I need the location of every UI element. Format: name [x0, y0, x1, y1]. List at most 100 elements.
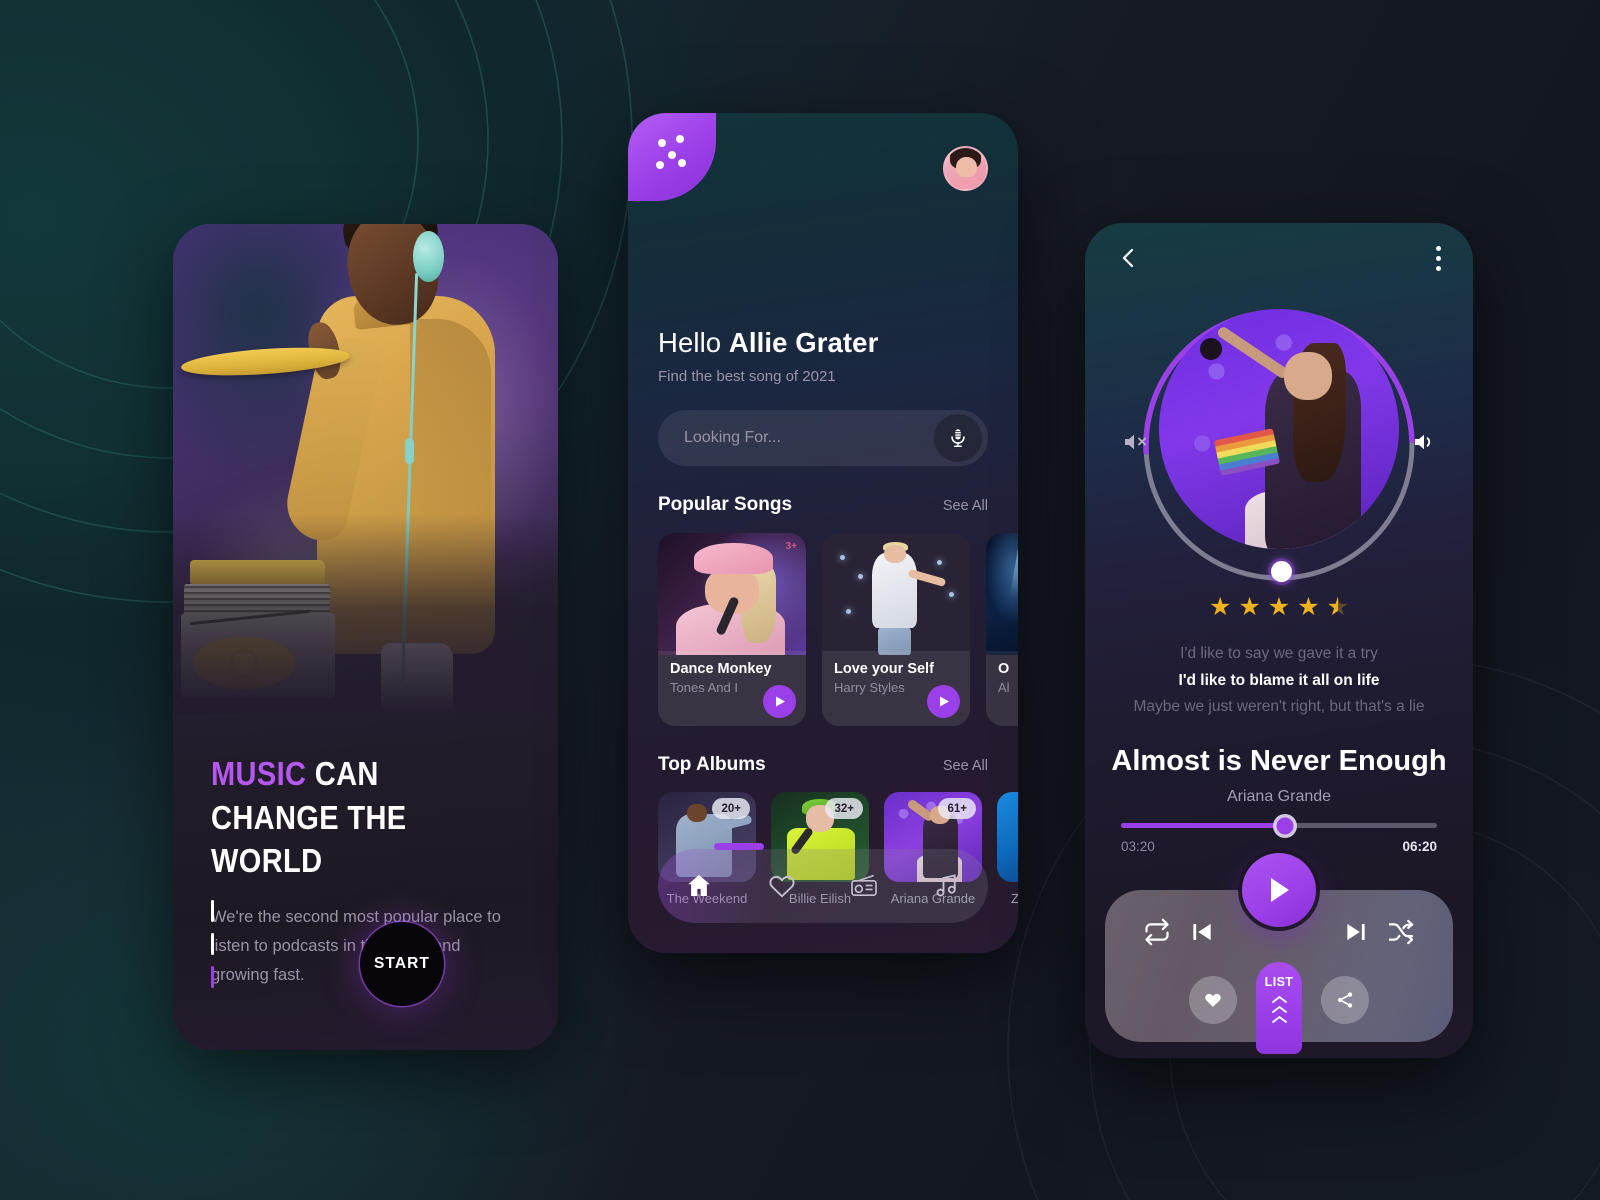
album-count-badge: 61+	[938, 798, 976, 819]
headphone-clip	[404, 438, 414, 465]
artwork-love-yourself	[822, 533, 970, 655]
time-labels: 03:20 06:20	[1121, 839, 1437, 854]
album-count-badge: 20+	[712, 798, 750, 819]
active-tab-indicator	[714, 843, 764, 850]
track-artist: Ariana Grande	[1226, 788, 1332, 805]
play-button[interactable]	[1242, 853, 1316, 927]
song-artwork: 3+	[658, 533, 806, 655]
hero-illustration	[173, 224, 558, 714]
time-total: 06:20	[1402, 839, 1437, 854]
bottom-tab-bar[interactable]	[658, 843, 989, 923]
album-artwork	[997, 792, 1018, 882]
track-title: Almost is Never Enough	[1111, 745, 1447, 777]
search-bar[interactable]: Looking For...	[658, 410, 988, 466]
onboarding-screen: MUSIC CAN CHANGE THE WORLD We're the sec…	[173, 224, 558, 1050]
song-title: Love your Self	[834, 661, 934, 677]
kebab-menu-icon[interactable]	[1436, 245, 1441, 271]
heart-filled-icon	[1205, 993, 1221, 1007]
star-icon: ★	[1267, 593, 1291, 621]
like-button[interactable]	[1189, 976, 1237, 1024]
top-albums-title: Top Albums	[658, 754, 766, 775]
transport-controls	[1105, 918, 1453, 946]
album-artwork-large[interactable]	[1159, 309, 1399, 549]
previous-track-icon[interactable]	[1189, 919, 1215, 945]
player-control-panel: LIST	[1105, 853, 1453, 1054]
headline-line-1: MUSIC CAN	[211, 752, 483, 796]
song-title: O	[998, 661, 1010, 677]
headline-rest-word: CAN	[306, 755, 379, 792]
song-meta: O Al	[986, 651, 1018, 726]
play-icon[interactable]	[927, 685, 960, 718]
star-icon: ★	[1238, 593, 1261, 621]
top-albums-see-all[interactable]: See All	[943, 758, 988, 774]
volume-mute-icon[interactable]	[1121, 429, 1149, 455]
progress-slider[interactable]	[1121, 817, 1437, 834]
star-half-icon: ★	[1327, 595, 1349, 621]
volume-knob[interactable]	[1271, 561, 1292, 582]
song-card[interactable]: O Al	[986, 533, 1018, 726]
popular-songs-header: Popular Songs See All	[658, 494, 988, 516]
headline-line-2: CHANGE THE WORLD	[211, 798, 407, 880]
shuffle-icon[interactable]	[1387, 918, 1415, 946]
album-count-badge: 32+	[825, 798, 863, 819]
song-title: Dance Monkey	[670, 661, 772, 677]
greeting-prefix: Hello	[658, 327, 729, 358]
progress-area: 03:20 06:20	[1121, 817, 1437, 854]
popular-songs-see-all[interactable]: See All	[943, 498, 988, 514]
greeting-username: Allie Grater	[728, 327, 879, 358]
sidebar-item-favorites[interactable]	[741, 849, 824, 923]
sidebar-item-radio[interactable]	[823, 849, 906, 923]
share-button[interactable]	[1321, 976, 1369, 1024]
popular-songs-list[interactable]: 3+ Dance Monkey Tones And I Love your Se…	[658, 533, 1018, 726]
album-name: Z	[1011, 891, 1018, 906]
volume-ring-and-artwork	[1125, 301, 1431, 589]
home-content: Hello Allie Grater Find the best song of…	[628, 113, 1018, 906]
repeat-icon[interactable]	[1143, 918, 1171, 946]
onboarding-content: MUSIC CAN CHANGE THE WORLD We're the sec…	[173, 694, 558, 1050]
list-button-label: LIST	[1264, 975, 1294, 989]
player-topbar	[1085, 223, 1473, 293]
artwork-third	[986, 533, 1018, 655]
home-icon	[688, 875, 710, 896]
start-button[interactable]: START	[360, 922, 444, 1006]
star-icon: ★	[1297, 593, 1320, 621]
lyric-line: I'd like to say we gave it a try	[1180, 645, 1378, 662]
top-albums-header: Top Albums See All	[658, 754, 988, 776]
song-card[interactable]: Love your Self Harry Styles	[822, 533, 970, 726]
progress-knob[interactable]	[1276, 817, 1294, 834]
volume-up-icon[interactable]	[1409, 429, 1437, 455]
search-input[interactable]: Looking For...	[684, 429, 934, 447]
song-artwork	[986, 533, 1018, 655]
song-badge: 3+	[785, 541, 797, 552]
star-icon: ★	[1208, 593, 1232, 621]
page-indicator-dashes[interactable]	[211, 900, 214, 988]
sidebar-item-library[interactable]	[906, 849, 989, 923]
page-dash-2	[211, 933, 214, 955]
home-screen: Hello Allie Grater Find the best song of…	[628, 113, 1018, 953]
song-artwork	[822, 533, 970, 655]
list-button[interactable]: LIST	[1256, 962, 1302, 1054]
heart-icon	[769, 875, 795, 898]
lyric-line: Maybe we just weren't right, but that's …	[1133, 698, 1425, 716]
popular-songs-title: Popular Songs	[658, 494, 793, 515]
song-card[interactable]: 3+ Dance Monkey Tones And I	[658, 533, 806, 726]
headline-accent-word: MUSIC	[211, 755, 307, 792]
progress-fill	[1121, 823, 1286, 828]
album-item[interactable]: Z	[997, 792, 1018, 906]
rating-stars[interactable]: ★ ★ ★ ★ ★	[1085, 593, 1473, 621]
song-artist: Al	[998, 680, 1010, 695]
chevron-up-triple-icon	[1271, 995, 1288, 1024]
next-track-icon[interactable]	[1343, 919, 1369, 945]
microphone-icon[interactable]	[934, 414, 982, 462]
radio-icon	[851, 874, 878, 896]
play-icon	[1271, 878, 1289, 902]
page-dash-1	[211, 900, 214, 922]
artwork-dance-monkey	[658, 533, 806, 655]
lyrics-block: I'd like to say we gave it a try I'd lik…	[1085, 641, 1473, 721]
sidebar-item-home[interactable]	[658, 849, 741, 923]
play-icon[interactable]	[763, 685, 796, 718]
back-chevron-icon[interactable]	[1117, 246, 1141, 270]
greeting-subtitle: Find the best song of 2021	[658, 368, 836, 385]
music-note-icon	[936, 874, 956, 897]
hero-fade-overlay	[173, 514, 558, 714]
